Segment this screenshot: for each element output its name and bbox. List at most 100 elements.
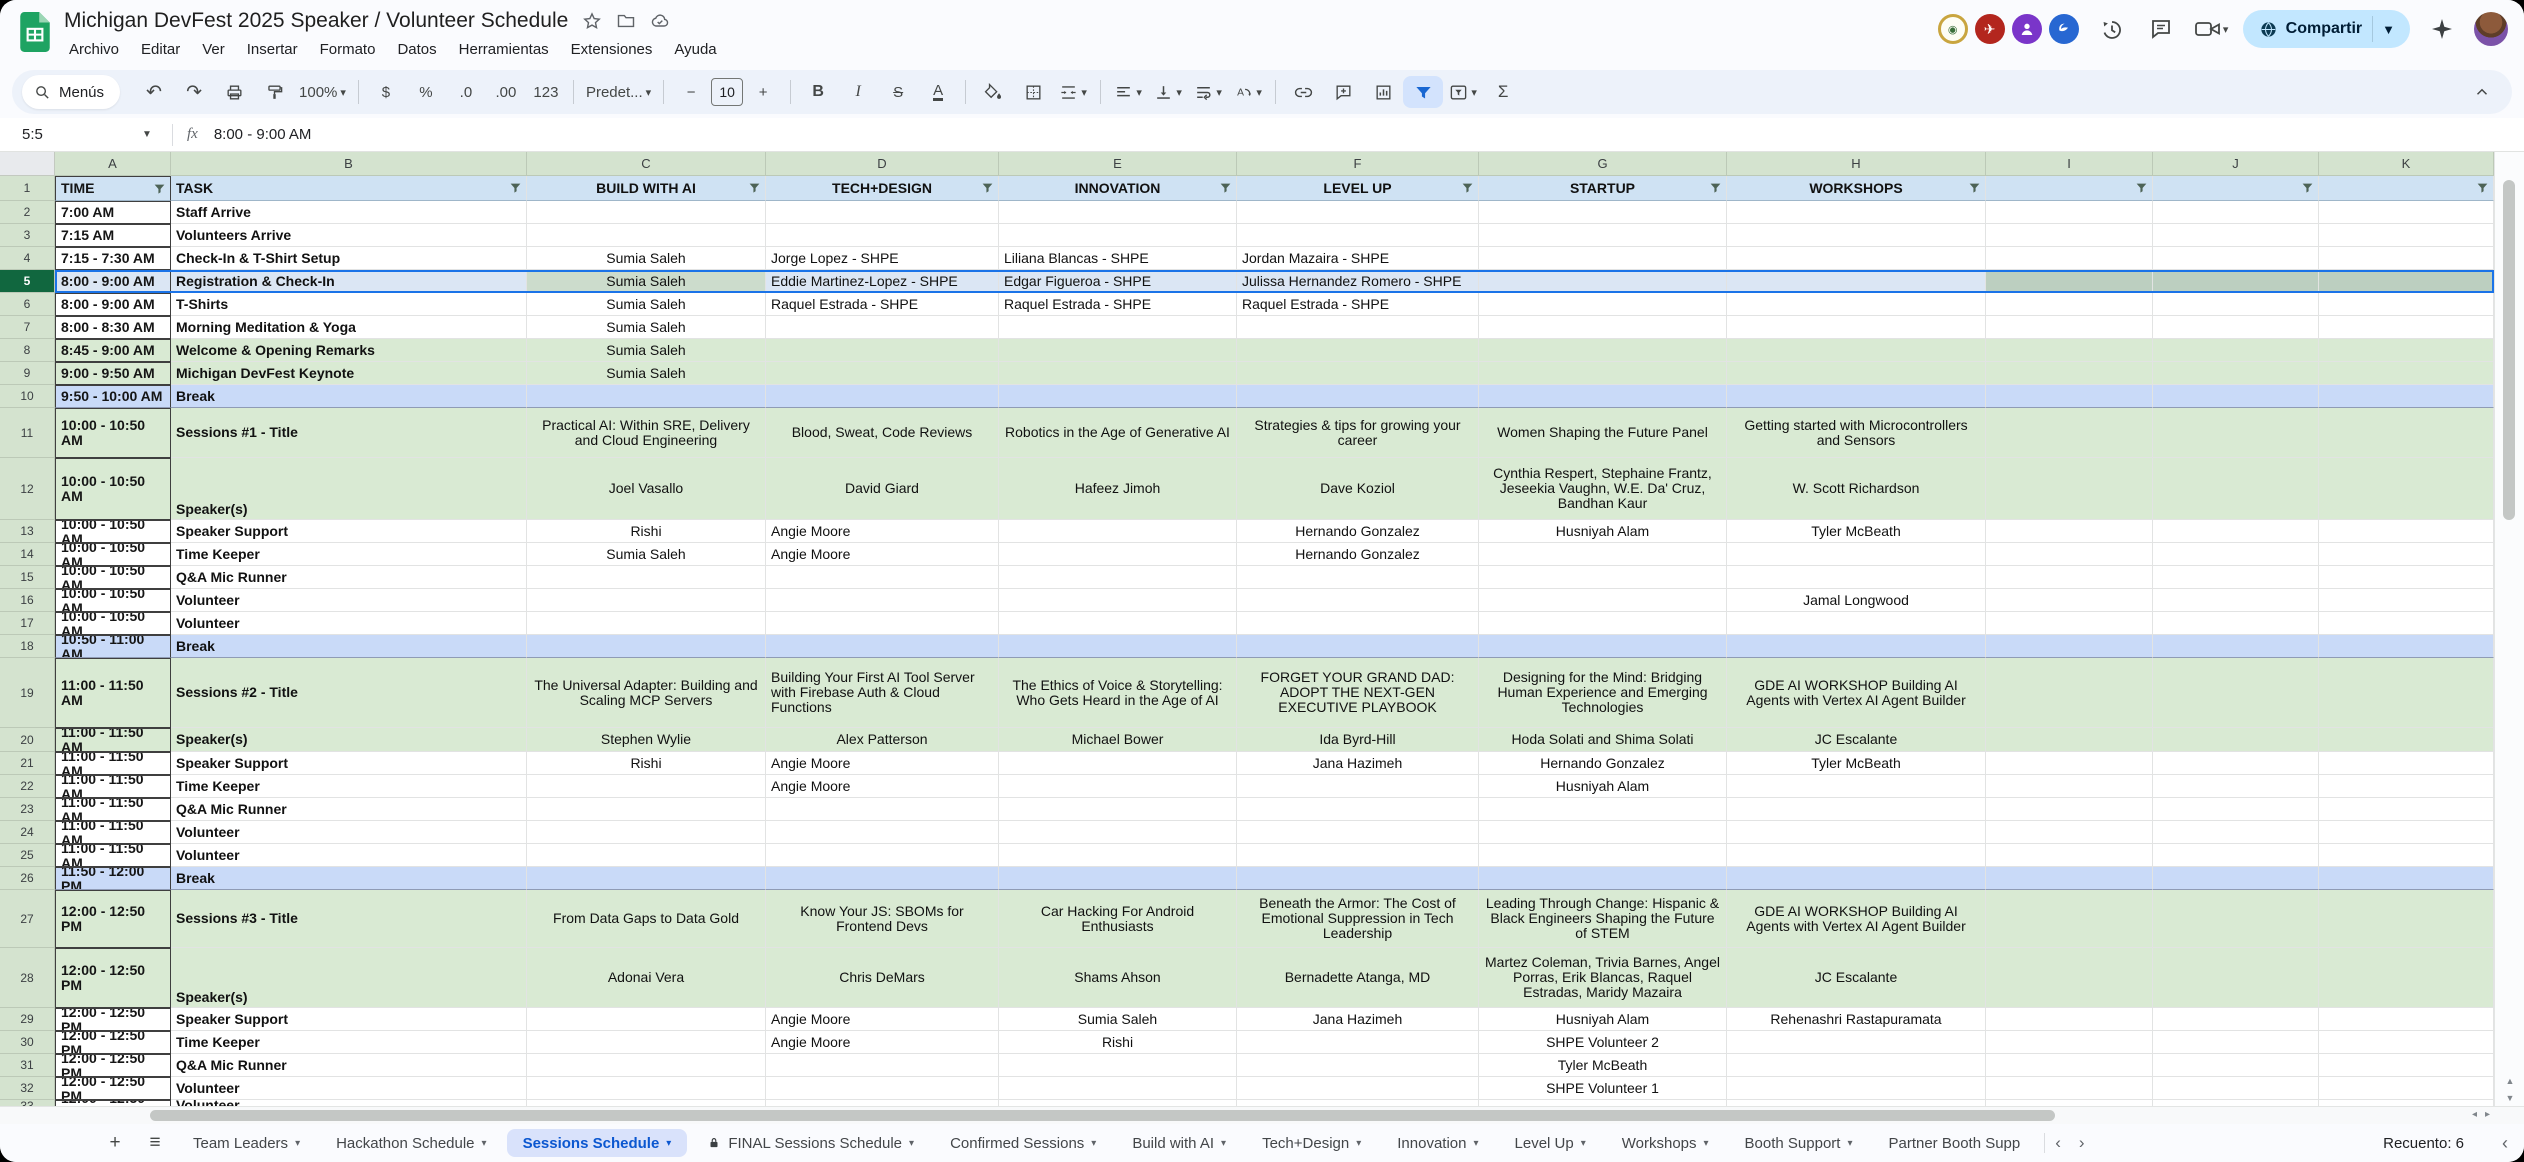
cell-B30[interactable]: Time Keeper (171, 1031, 527, 1054)
cell-K25[interactable] (2319, 844, 2494, 867)
cell-H12[interactable]: W. Scott Richardson (1727, 458, 1986, 520)
cell-D26[interactable] (766, 867, 999, 890)
cell-F1[interactable]: LEVEL UP (1237, 176, 1479, 201)
cell-E15[interactable] (999, 566, 1237, 589)
cell-D12[interactable]: David Giard (766, 458, 999, 520)
cell-E20[interactable]: Michael Bower (999, 728, 1237, 752)
cell-J31[interactable] (2153, 1054, 2319, 1077)
borders-button[interactable] (1013, 76, 1053, 108)
cell-B20[interactable]: Speaker(s) (171, 728, 527, 752)
cell-H5[interactable] (1727, 270, 1986, 293)
cell-G19[interactable]: Designing for the Mind: Bridging Human E… (1479, 658, 1727, 728)
sheet-tab-menu-caret[interactable]: ▾ (1356, 1138, 1361, 1149)
move-folder-icon[interactable] (616, 11, 636, 31)
cell-E14[interactable] (999, 543, 1237, 566)
cell-E21[interactable] (999, 752, 1237, 775)
row-header-7[interactable]: 7 (0, 316, 55, 339)
row-header-22[interactable]: 22 (0, 775, 55, 798)
sheet-tab-sessions-schedule[interactable]: Sessions Schedule▾ (507, 1129, 688, 1157)
name-box[interactable]: 5:5 (0, 126, 142, 143)
cell-H17[interactable] (1727, 612, 1986, 635)
row-header-30[interactable]: 30 (0, 1031, 55, 1054)
cell-K21[interactable] (2319, 752, 2494, 775)
cell-F18[interactable] (1237, 635, 1479, 658)
cell-H10[interactable] (1727, 385, 1986, 408)
sheet-tab-build-with-ai[interactable]: Build with AI▾ (1116, 1129, 1242, 1157)
cell-C32[interactable] (527, 1077, 766, 1100)
user-avatar[interactable] (2474, 12, 2508, 46)
cell-F12[interactable]: Dave Koziol (1237, 458, 1479, 520)
cell-D16[interactable] (766, 589, 999, 612)
cell-G20[interactable]: Hoda Solati and Shima Solati (1479, 728, 1727, 752)
row-header-12[interactable]: 12 (0, 458, 55, 520)
cell-I28[interactable] (1986, 948, 2153, 1008)
cell-H22[interactable] (1727, 775, 1986, 798)
cell-K22[interactable] (2319, 775, 2494, 798)
cell-I23[interactable] (1986, 798, 2153, 821)
column-header-J[interactable]: J (2153, 152, 2319, 176)
cell-A20[interactable]: 11:00 - 11:50 AM (55, 728, 171, 752)
cell-C29[interactable] (527, 1008, 766, 1031)
cell-H15[interactable] (1727, 566, 1986, 589)
cell-D7[interactable] (766, 316, 999, 339)
cell-H13[interactable]: Tyler McBeath (1727, 520, 1986, 543)
cell-K3[interactable] (2319, 224, 2494, 247)
cell-E7[interactable] (999, 316, 1237, 339)
cell-G2[interactable] (1479, 201, 1727, 224)
cell-E18[interactable] (999, 635, 1237, 658)
row-header-11[interactable]: 11 (0, 408, 55, 458)
cell-G8[interactable] (1479, 339, 1727, 362)
cell-I4[interactable] (1986, 247, 2153, 270)
cell-J11[interactable] (2153, 408, 2319, 458)
cell-G17[interactable] (1479, 612, 1727, 635)
cell-H16[interactable]: Jamal Longwood (1727, 589, 1986, 612)
column-header-E[interactable]: E (999, 152, 1237, 176)
cell-J5[interactable] (2153, 270, 2319, 293)
column-header-D[interactable]: D (766, 152, 999, 176)
cell-H6[interactable] (1727, 293, 1986, 316)
sheet-tab-innovation[interactable]: Innovation▾ (1381, 1129, 1494, 1157)
cell-G25[interactable] (1479, 844, 1727, 867)
select-all-corner[interactable] (0, 152, 55, 176)
cell-F32[interactable] (1237, 1077, 1479, 1100)
cell-D9[interactable] (766, 362, 999, 385)
row-header-2[interactable]: 2 (0, 201, 55, 224)
cell-A31[interactable]: 12:00 - 12:50 PM (55, 1054, 171, 1077)
row-header-21[interactable]: 21 (0, 752, 55, 775)
cell-B7[interactable]: Morning Meditation & Yoga (171, 316, 527, 339)
filter-icon[interactable] (2476, 182, 2489, 195)
cell-C20[interactable]: Stephen Wylie (527, 728, 766, 752)
sheet-tab-menu-caret[interactable]: ▾ (909, 1138, 914, 1149)
cell-J23[interactable] (2153, 798, 2319, 821)
cell-A13[interactable]: 10:00 - 10:50 AM (55, 520, 171, 543)
scroll-down-arrow[interactable]: ▼ (2495, 1089, 2524, 1106)
cell-A6[interactable]: 8:00 - 9:00 AM (55, 293, 171, 316)
cell-J18[interactable] (2153, 635, 2319, 658)
cell-B22[interactable]: Time Keeper (171, 775, 527, 798)
cell-K24[interactable] (2319, 821, 2494, 844)
cell-A7[interactable]: 8:00 - 8:30 AM (55, 316, 171, 339)
cell-K28[interactable] (2319, 948, 2494, 1008)
font-select[interactable]: Predet...▾ (581, 76, 656, 108)
cell-F28[interactable]: Bernadette Atanga, MD (1237, 948, 1479, 1008)
row-header-8[interactable]: 8 (0, 339, 55, 362)
cell-C10[interactable] (527, 385, 766, 408)
cell-H30[interactable] (1727, 1031, 1986, 1054)
cell-I7[interactable] (1986, 316, 2153, 339)
star-icon[interactable] (582, 11, 602, 31)
cell-I18[interactable] (1986, 635, 2153, 658)
strikethrough-button[interactable]: S (878, 76, 918, 108)
cell-C14[interactable]: Sumia Saleh (527, 543, 766, 566)
column-header-B[interactable]: B (171, 152, 527, 176)
cell-C9[interactable]: Sumia Saleh (527, 362, 766, 385)
insert-chart-button[interactable] (1363, 76, 1403, 108)
cell-G32[interactable]: SHPE Volunteer 1 (1479, 1077, 1727, 1100)
cell-E25[interactable] (999, 844, 1237, 867)
create-filter-button[interactable] (1403, 76, 1443, 108)
gemini-sparkle-icon[interactable] (2424, 11, 2460, 47)
side-panel-collapse[interactable]: ‹ (2502, 1133, 2508, 1154)
cell-H3[interactable] (1727, 224, 1986, 247)
cell-I30[interactable] (1986, 1031, 2153, 1054)
menu-datos[interactable]: Datos (388, 38, 445, 61)
cell-A21[interactable]: 11:00 - 11:50 AM (55, 752, 171, 775)
